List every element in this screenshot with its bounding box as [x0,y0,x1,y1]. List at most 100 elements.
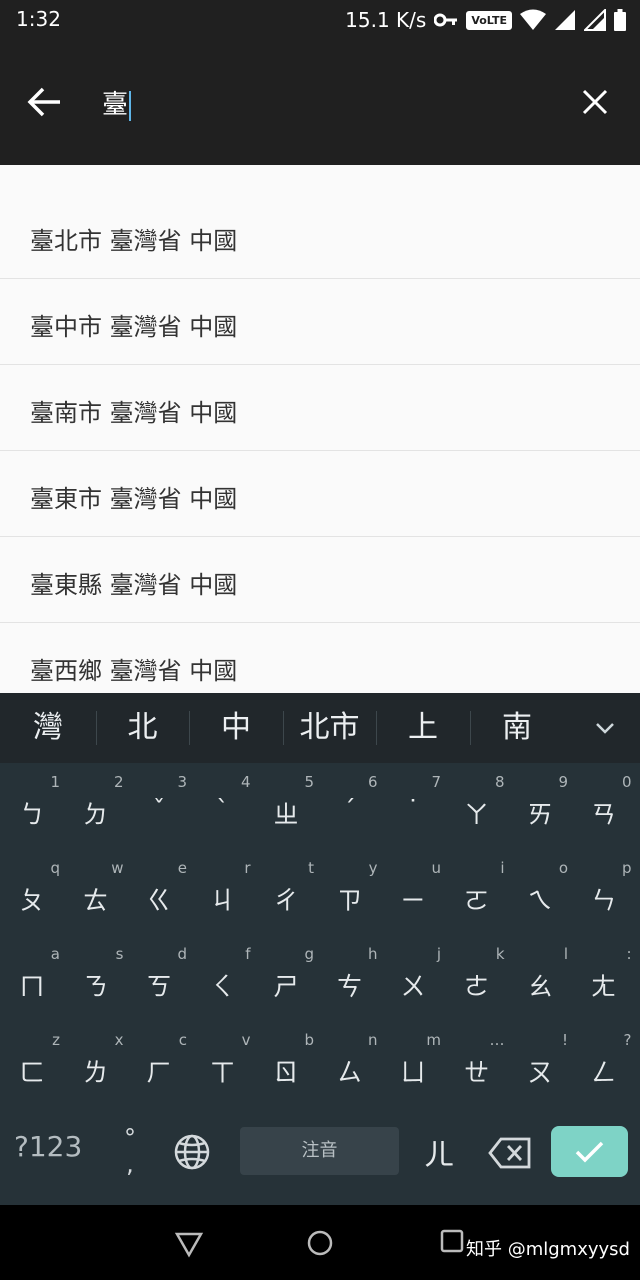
back-button[interactable] [18,77,68,127]
expand-candidates-button[interactable] [592,715,618,741]
keyboard-key[interactable]: 9ㄞ [512,763,576,849]
keyboard-key[interactable]: jㄨ [385,935,449,1021]
nav-recents-button[interactable] [440,1229,464,1253]
square-recents-icon [440,1229,464,1253]
keyboard-key[interactable]: zㄈ [4,1021,68,1107]
arrow-left-icon [27,87,60,117]
key-char: ㄨ [400,972,426,1001]
key-char: ㄗ [336,886,362,915]
keyboard-key[interactable]: mㄩ [385,1021,449,1107]
symbols-key[interactable]: ?123 [14,1130,82,1163]
candidate[interactable]: 南 [470,693,564,763]
keyboard-key[interactable]: 5ㄓ [258,763,322,849]
candidate[interactable]: 灣 [0,693,96,763]
keyboard-key[interactable]: bㄖ [258,1021,322,1107]
key-char: ㄉ [82,800,108,829]
keyboard-key[interactable]: wㄊ [68,849,132,935]
candidate[interactable]: 中 [189,693,283,763]
keyboard-key[interactable]: 7 ˙ [385,763,449,849]
keyboard-key[interactable]: aㄇ [4,935,68,1021]
key-char: ˊ [343,795,356,824]
key-char: ㄇ [19,972,45,1001]
key-hint: y [368,859,378,877]
status-bar: 1:32 15.1 K/s VoLTE [0,0,640,40]
key-hint: r [244,859,251,877]
keyboard-key[interactable]: iㄛ [449,849,513,935]
keyboard-key[interactable]: gㄕ [258,935,322,1021]
keyboard-key[interactable]: pㄣ [576,849,640,935]
keyboard-key[interactable]: xㄌ [68,1021,132,1107]
nav-home-button[interactable] [306,1229,334,1257]
keyboard-key[interactable]: nㄙ [322,1021,386,1107]
key-hint: 9 [558,773,568,791]
result-item[interactable]: 臺中市 臺灣省 中國 [0,279,640,365]
keyboard-key[interactable]: kㄜ [449,935,513,1021]
key-char: ㄖ [273,1058,299,1087]
key-hint: 3 [177,773,187,791]
keyboard-key[interactable]: :ㄤ [576,935,640,1021]
language-button[interactable] [172,1132,212,1172]
keyboard-key[interactable]: qㄆ [4,849,68,935]
result-label: 臺東市 臺灣省 中國 [30,485,238,513]
result-item[interactable]: 臺西鄉 臺灣省 中國 [0,623,640,693]
keyboard-key[interactable]: uㄧ [385,849,449,935]
backspace-icon [488,1137,531,1169]
keyboard-key[interactable]: 1ㄅ [4,763,68,849]
punctuation-key[interactable]: ° , [112,1125,148,1185]
backspace-button[interactable] [488,1136,532,1170]
result-item[interactable]: 臺東縣 臺灣省 中國 [0,537,640,623]
keyboard-key[interactable]: cㄏ [131,1021,195,1107]
result-label: 臺中市 臺灣省 中國 [30,313,238,341]
candidate[interactable]: 北 [96,693,189,763]
candidate[interactable]: 北市 [283,693,376,763]
keyboard-key[interactable]: ? ㄥ [576,1021,640,1107]
key-hint: 8 [494,773,505,791]
keyboard-key[interactable]: 3ˇ [131,763,195,849]
key-hint: f [245,945,251,963]
key-hint: … [489,1031,505,1049]
key-char: ㄚ [463,800,489,829]
keyboard-key[interactable]: 4ˋ [195,763,259,849]
keyboard-key[interactable]: tㄔ [258,849,322,935]
keyboard-key[interactable]: 6ˊ [322,763,386,849]
keyboard-key[interactable]: 2ㄉ [68,763,132,849]
keyboard-key[interactable]: lㄠ [512,935,576,1021]
key-hint: o [558,859,568,877]
enter-button[interactable] [551,1126,628,1177]
keyboard-key[interactable]: fㄑ [195,935,259,1021]
result-item[interactable]: 臺北市 臺灣省 中國 [0,193,640,279]
candidate[interactable]: 上 [376,693,470,763]
status-icons: 15.1 K/s VoLTE [345,6,626,34]
result-item[interactable]: 臺東市 臺灣省 中國 [0,451,640,537]
clear-button[interactable] [570,77,620,127]
keyboard-key[interactable]: ! ㄡ [512,1021,576,1107]
keyboard-key[interactable]: sㄋ [68,935,132,1021]
keyboard-key[interactable]: yㄗ [322,849,386,935]
nav-back-button[interactable] [174,1229,204,1259]
result-label: 臺南市 臺灣省 中國 [30,399,238,427]
keyboard-key[interactable]: 8ㄚ [449,763,513,849]
space-bar[interactable]: 注音 [240,1127,399,1175]
key-er[interactable]: ㄦ [424,1130,454,1174]
key-hint: i [500,859,505,877]
keyboard-key[interactable]: 0ㄢ [576,763,640,849]
globe-icon [174,1134,210,1170]
result-label: 臺東縣 臺灣省 中國 [30,571,238,599]
keyboard-key[interactable]: … ㄝ [449,1021,513,1107]
key-char: ㄟ [527,886,553,915]
search-input[interactable]: 臺 [102,84,132,121]
keyboard-key[interactable]: hㄘ [322,935,386,1021]
search-toolbar: 臺 [0,40,640,165]
key-char: ㄥ [590,1058,616,1087]
keyboard-key[interactable]: oㄟ [512,849,576,935]
key-hint: : [626,945,632,963]
key-hint: n [367,1031,378,1049]
keyboard-key[interactable]: vㄒ [195,1021,259,1107]
checkmark-icon [575,1141,604,1163]
key-hint: b [304,1031,314,1049]
keyboard-key[interactable]: rㄐ [195,849,259,935]
keyboard-key[interactable]: dㄎ [131,935,195,1021]
key-icon [434,13,458,27]
result-item[interactable]: 臺南市 臺灣省 中國 [0,365,640,451]
keyboard-key[interactable]: eㄍ [131,849,195,935]
